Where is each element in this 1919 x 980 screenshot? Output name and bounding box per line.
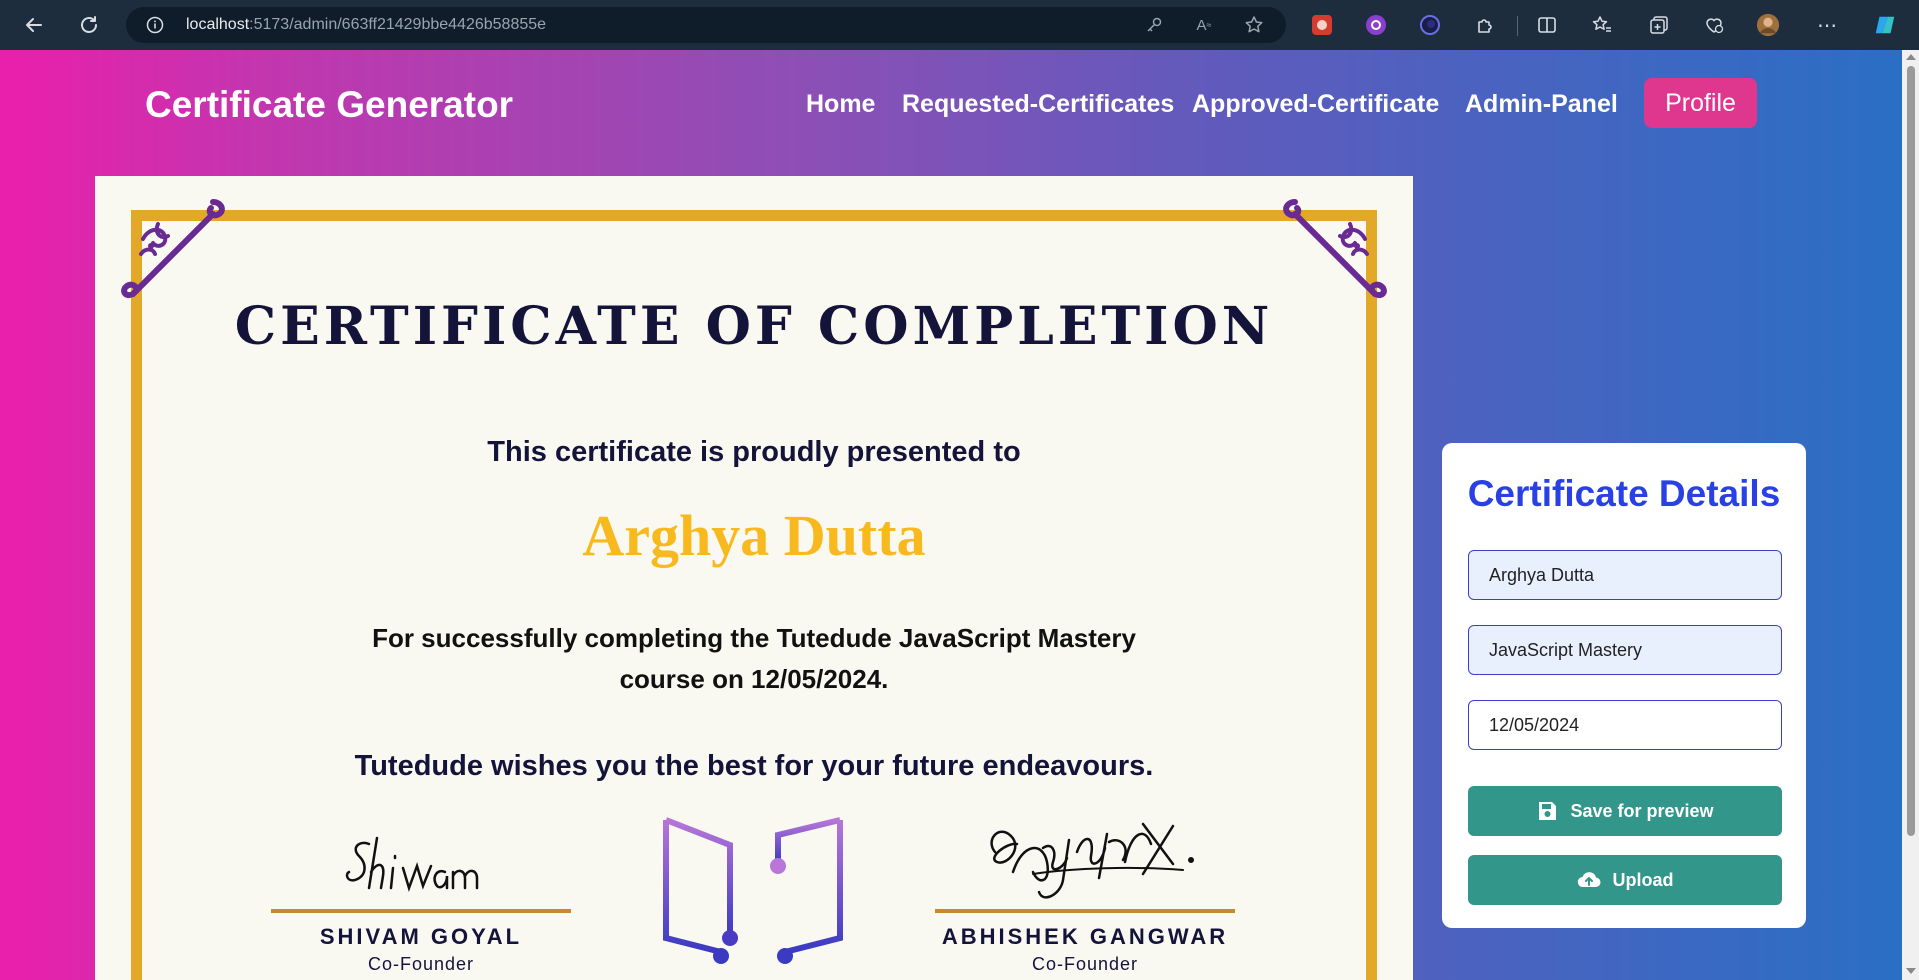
nav-link-admin-panel[interactable]: Admin-Panel bbox=[1465, 90, 1618, 119]
profile-button[interactable]: Profile bbox=[1644, 78, 1757, 128]
extension-red-icon[interactable] bbox=[1310, 13, 1334, 37]
certificate-description: For successfully completing the Tutedude… bbox=[372, 623, 1136, 694]
nav-link-approved-certificate[interactable]: Approved-Certificate bbox=[1192, 90, 1439, 119]
certificate-wish: Tutedude wishes you the best for your fu… bbox=[354, 750, 1154, 782]
split-screen-icon[interactable] bbox=[1535, 13, 1559, 37]
recipient-name-field[interactable] bbox=[1468, 550, 1782, 600]
cloud-upload-icon bbox=[1577, 872, 1601, 888]
panel-title: Certificate Details bbox=[1467, 473, 1781, 514]
certificate-presented-text: This certificate is proudly presented to bbox=[487, 436, 1021, 468]
upload-button[interactable]: Upload bbox=[1468, 855, 1782, 905]
key-icon[interactable] bbox=[1144, 16, 1164, 34]
extensions-puzzle-icon[interactable] bbox=[1474, 13, 1498, 37]
certificate-recipient-name: Arghya Dutta bbox=[582, 503, 926, 568]
back-icon[interactable] bbox=[20, 11, 48, 39]
signature-block-right: ABHISHEK GANGWAR Co-Founder bbox=[935, 812, 1235, 974]
signature-line-right bbox=[935, 909, 1235, 913]
collections-icon[interactable] bbox=[1647, 13, 1671, 37]
certificate-title: CERTIFICATE OF COMPLETION bbox=[234, 296, 1274, 357]
signature-right-icon bbox=[990, 822, 1194, 899]
brand-title[interactable]: Certificate Generator bbox=[145, 84, 513, 126]
book-logo-icon bbox=[663, 817, 843, 964]
save-for-preview-button[interactable]: Save for preview bbox=[1468, 786, 1782, 836]
more-menu-icon[interactable]: ⋯ bbox=[1815, 13, 1839, 37]
favorite-star-icon[interactable] bbox=[1244, 16, 1264, 34]
signature-line-left bbox=[271, 909, 571, 913]
page-scrollbar[interactable] bbox=[1902, 50, 1919, 980]
save-icon bbox=[1539, 802, 1557, 820]
signatory-name-left: SHIVAM GOYAL bbox=[319, 924, 523, 949]
certificate-details-panel: Certificate Details Save for preview Upl… bbox=[1442, 443, 1806, 928]
url-path: :5173/admin/663ff21429bbe4426b58855e bbox=[249, 16, 547, 33]
browser-essentials-icon[interactable] bbox=[1702, 13, 1726, 37]
extension-purple-icon[interactable] bbox=[1364, 13, 1388, 37]
favorites-icon[interactable] bbox=[1590, 13, 1614, 37]
profile-avatar-icon[interactable] bbox=[1756, 13, 1780, 37]
course-name-field[interactable] bbox=[1468, 625, 1782, 675]
scroll-down-icon[interactable] bbox=[1906, 968, 1916, 974]
save-button-label: Save for preview bbox=[1570, 800, 1714, 821]
nav-link-requested-certificates[interactable]: Requested-Certificates bbox=[902, 90, 1174, 119]
address-bar[interactable]: localhost:5173/admin/663ff21429bbe4426b5… bbox=[126, 7, 1286, 43]
scroll-up-icon[interactable] bbox=[1906, 54, 1916, 60]
extension-ring-icon[interactable] bbox=[1418, 13, 1442, 37]
copilot-icon[interactable] bbox=[1873, 13, 1897, 37]
signature-block-left: SHIVAM GOYAL Co-Founder bbox=[271, 812, 571, 974]
site-info-icon[interactable] bbox=[146, 16, 164, 38]
certificate-preview: CERTIFICATE OF COMPLETION This certifica… bbox=[95, 176, 1413, 980]
url-text: localhost:5173/admin/663ff21429bbe4426b5… bbox=[186, 16, 546, 34]
nav-link-home[interactable]: Home bbox=[806, 90, 875, 119]
signatory-role-right: Co-Founder bbox=[1031, 954, 1139, 974]
scrollbar-thumb[interactable] bbox=[1907, 66, 1915, 836]
browser-toolbar: localhost:5173/admin/663ff21429bbe4426b5… bbox=[0, 0, 1919, 50]
signatory-name-right: ABHISHEK GANGWAR bbox=[941, 924, 1229, 949]
upload-button-label: Upload bbox=[1612, 869, 1674, 890]
url-host: localhost bbox=[186, 16, 250, 33]
toolbar-divider bbox=[1517, 16, 1518, 36]
refresh-icon[interactable] bbox=[75, 11, 103, 39]
signatory-role-left: Co-Founder bbox=[367, 954, 475, 974]
completion-date-field[interactable] bbox=[1468, 700, 1782, 750]
read-aloud-icon[interactable]: A ≈ bbox=[1194, 16, 1214, 34]
signature-left-icon bbox=[345, 836, 479, 892]
app-page: Certificate Generator Home Requested-Cer… bbox=[0, 50, 1902, 980]
